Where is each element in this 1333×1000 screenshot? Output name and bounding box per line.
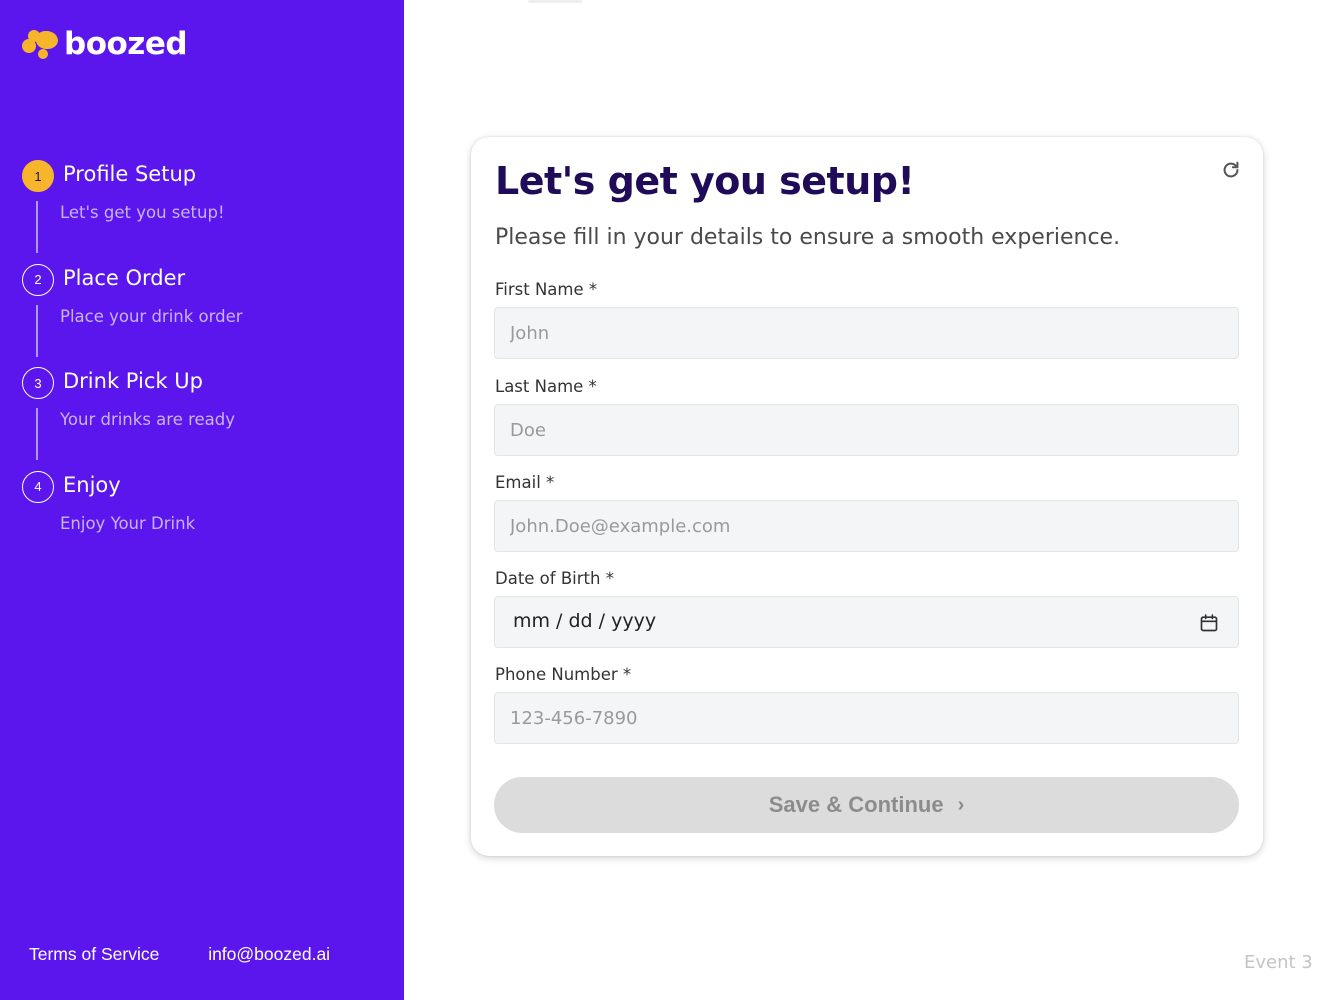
step-connector — [36, 408, 38, 460]
top-divider — [528, 0, 582, 3]
refresh-icon[interactable] — [1220, 159, 1242, 181]
email-field-wrapper — [494, 500, 1239, 552]
step-title: Place Order — [63, 265, 186, 290]
step-number: 3 — [22, 367, 54, 399]
logo-icon — [22, 27, 60, 61]
chevron-right-icon: › — [957, 793, 965, 816]
first-name-field-wrapper — [494, 307, 1239, 359]
dob-value: mm / dd / yyyy — [513, 610, 657, 632]
last-name-field[interactable] — [495, 405, 1238, 455]
step-subtitle: Enjoy Your Drink — [60, 513, 196, 533]
email-link[interactable]: info@boozed.ai — [208, 944, 330, 964]
dob-field[interactable]: mm / dd / yyyy — [494, 596, 1239, 648]
step-profile-setup: 1 Profile Setup Let's get you setup! — [22, 159, 382, 263]
step-subtitle: Let's get you setup! — [60, 203, 225, 222]
logo-text: boozed — [64, 26, 188, 62]
email-field[interactable] — [495, 501, 1238, 551]
page-title: Let's get you setup! — [495, 159, 915, 203]
step-title: Enjoy — [63, 472, 121, 497]
dob-label: Date of Birth * — [495, 569, 614, 588]
phone-label: Phone Number * — [495, 665, 632, 684]
step-number: 2 — [22, 263, 54, 296]
profile-form-card: Let's get you setup! Please fill in your… — [471, 137, 1263, 856]
step-number: 1 — [22, 160, 54, 192]
logo[interactable]: boozed — [22, 26, 188, 62]
step-subtitle: Your drinks are ready — [60, 410, 236, 429]
step-title: Drink Pick Up — [63, 369, 203, 393]
save-continue-label: Save & Continue — [768, 792, 944, 817]
step-connector — [36, 201, 38, 253]
progress-steps: 1 Profile Setup Let's get you setup! 2 P… — [22, 159, 382, 573]
sidebar-footer: Terms of Service info@boozed.ai — [29, 944, 374, 965]
step-place-order: 2 Place Order Place your drink order — [22, 263, 382, 367]
step-enjoy: 4 Enjoy Enjoy Your Drink — [22, 470, 382, 574]
step-number: 4 — [22, 470, 54, 503]
event-label: Event 3 — [1244, 952, 1313, 973]
email-label: Email * — [495, 473, 555, 492]
phone-field[interactable] — [495, 693, 1238, 743]
terms-link[interactable]: Terms of Service — [29, 944, 159, 964]
last-name-field-wrapper — [494, 404, 1239, 456]
page-subtitle: Please fill in your details to ensure a … — [495, 225, 1121, 250]
step-connector — [36, 304, 38, 357]
step-subtitle: Place your drink order — [60, 306, 243, 326]
step-title: Profile Setup — [63, 162, 197, 186]
sidebar: boozed 1 Profile Setup Let's get you set… — [0, 0, 404, 1000]
first-name-field[interactable] — [495, 308, 1238, 358]
save-continue-button[interactable]: Save & Continue › — [494, 777, 1239, 833]
calendar-icon[interactable] — [1199, 613, 1219, 633]
phone-field-wrapper — [494, 692, 1239, 744]
first-name-label: First Name * — [495, 280, 598, 299]
step-drink-pick-up: 3 Drink Pick Up Your drinks are ready — [22, 366, 382, 470]
last-name-label: Last Name * — [495, 377, 597, 396]
